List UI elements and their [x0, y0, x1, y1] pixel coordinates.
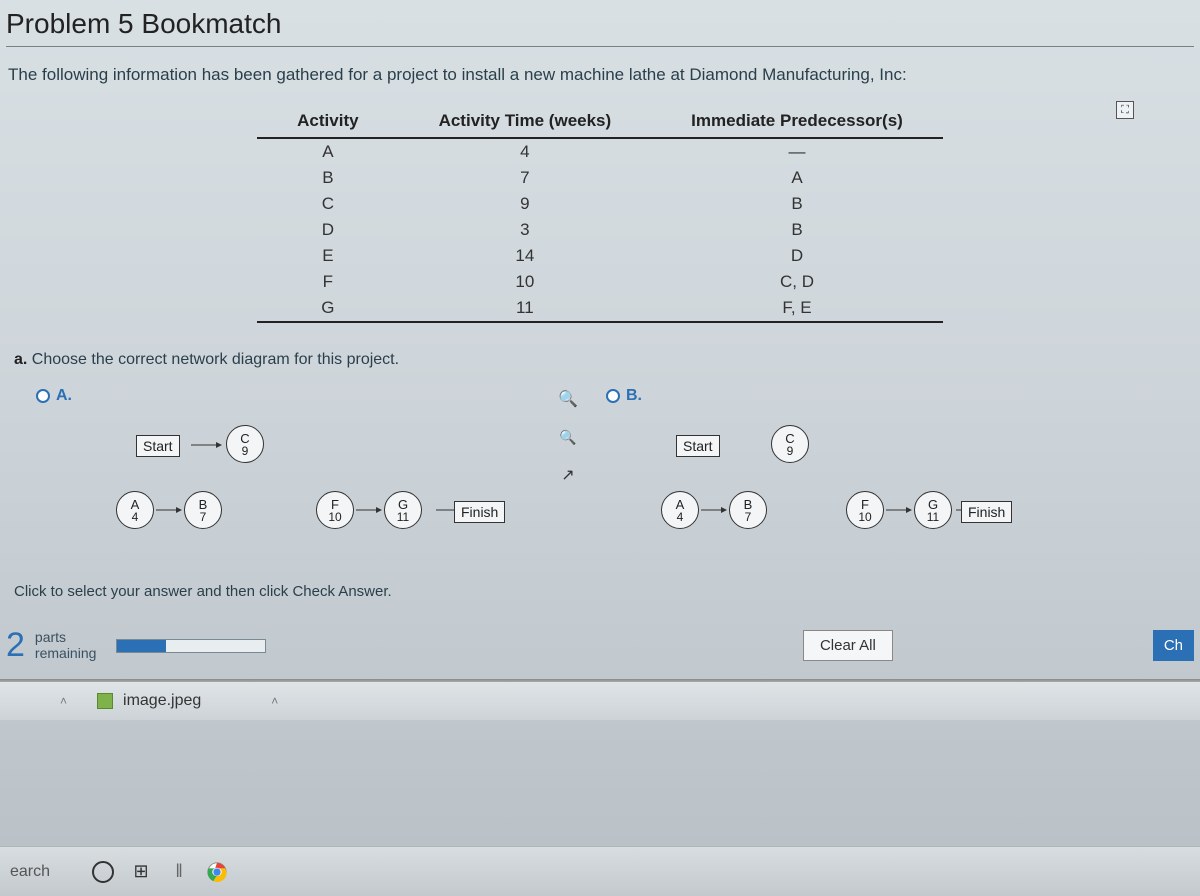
table-row: D3B: [257, 217, 943, 243]
zoom-in-icon[interactable]: 🔍: [556, 387, 580, 411]
question-prefix: a.: [14, 351, 27, 368]
parts-line1: parts: [35, 630, 96, 645]
popout-icon[interactable]: ↗: [556, 463, 580, 487]
radio-a[interactable]: [36, 389, 50, 403]
radio-b[interactable]: [606, 389, 620, 403]
radio-a-label: A.: [56, 387, 72, 405]
col-activity: Activity: [257, 107, 398, 138]
node-c: C9: [226, 425, 264, 463]
table-row: F10C, D: [257, 269, 943, 295]
node-f: F10: [316, 491, 354, 529]
cortana-icon[interactable]: [88, 857, 118, 887]
chrome-icon[interactable]: [202, 857, 232, 887]
table-row: G11F, E: [257, 295, 943, 322]
check-answer-button[interactable]: Ch: [1153, 630, 1194, 661]
instruction-text: Click to select your answer and then cli…: [14, 583, 1194, 600]
diagram-b: Start C9 A4 B7 F10 G11 Finish: [606, 415, 986, 555]
question-text: Choose the correct network diagram for t…: [32, 351, 399, 368]
chevron-up-icon-2[interactable]: ˄: [211, 694, 298, 708]
progress-bar: [116, 639, 266, 653]
task-view-icon[interactable]: ⊞: [126, 857, 156, 887]
windows-taskbar: earch ⊞ ‖: [0, 846, 1200, 896]
node-start-b: Start: [676, 435, 720, 457]
table-row: B7A: [257, 165, 943, 191]
separator-icon: ‖: [164, 857, 194, 887]
chevron-up-icon[interactable]: ˄: [40, 694, 87, 708]
radio-b-label: B.: [626, 387, 642, 405]
file-name: image.jpeg: [123, 692, 201, 710]
zoom-out-icon[interactable]: 🔍: [556, 425, 580, 449]
node-a-b: A4: [661, 491, 699, 529]
clear-all-button[interactable]: Clear All: [803, 630, 893, 661]
parts-line2: remaining: [35, 646, 96, 661]
node-finish-b: Finish: [961, 501, 1012, 523]
table-row: A4—: [257, 138, 943, 165]
node-start: Start: [136, 435, 180, 457]
page-title: Problem 5 Bookmatch: [6, 0, 1194, 47]
image-file-icon: [97, 693, 113, 709]
diagram-a: Start C9 A4 B7 F10 G11 Finish: [36, 415, 536, 555]
node-a: A4: [116, 491, 154, 529]
node-c-b: C9: [771, 425, 809, 463]
table-row: C9B: [257, 191, 943, 217]
node-b-b: B7: [729, 491, 767, 529]
node-g-b: G11: [914, 491, 952, 529]
question-a: a. Choose the correct network diagram fo…: [14, 351, 1194, 369]
taskbar-search[interactable]: earch: [6, 863, 80, 881]
node-g: G11: [384, 491, 422, 529]
node-b: B7: [184, 491, 222, 529]
option-b[interactable]: B. Start C9 A4 B7 F10 G11 Finish: [606, 387, 986, 555]
open-file-row[interactable]: ˄ image.jpeg ˄: [0, 682, 1200, 720]
activity-table: Activity Activity Time (weeks) Immediate…: [257, 107, 943, 323]
fullscreen-icon[interactable]: ⛶: [1116, 101, 1134, 119]
problem-intro: The following information has been gathe…: [6, 65, 1194, 85]
option-a[interactable]: A. Start C9 A4 B7 F10 G11 Finish: [36, 387, 536, 555]
col-pred: Immediate Predecessor(s): [651, 107, 943, 138]
table-row: E14D: [257, 243, 943, 269]
col-time: Activity Time (weeks): [399, 107, 652, 138]
parts-count: 2: [6, 626, 25, 665]
parts-remaining: 2 parts remaining: [6, 626, 266, 665]
node-finish: Finish: [454, 501, 505, 523]
node-f-b: F10: [846, 491, 884, 529]
